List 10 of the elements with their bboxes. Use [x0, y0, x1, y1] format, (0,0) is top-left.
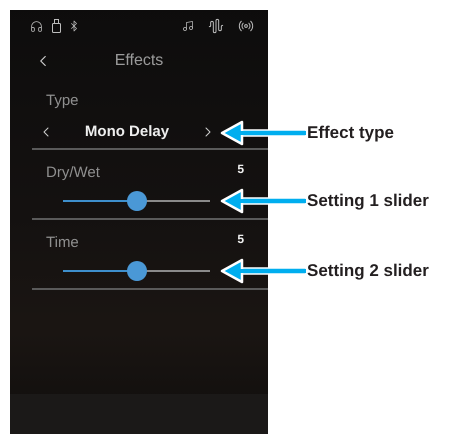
callout-label: Setting 2 slider	[307, 260, 429, 282]
setting-value: 5	[237, 231, 244, 248]
type-label: Type	[46, 90, 79, 110]
setting-name: Dry/Wet	[46, 162, 100, 182]
setting-value: 5	[237, 161, 244, 178]
screen-title: Effects	[114, 51, 164, 71]
callout-label: Setting 1 slider	[307, 190, 429, 212]
callout-label: Effect type	[307, 122, 394, 144]
effect-type-value: Mono Delay	[84, 122, 170, 142]
setting-name: Time	[46, 232, 79, 252]
